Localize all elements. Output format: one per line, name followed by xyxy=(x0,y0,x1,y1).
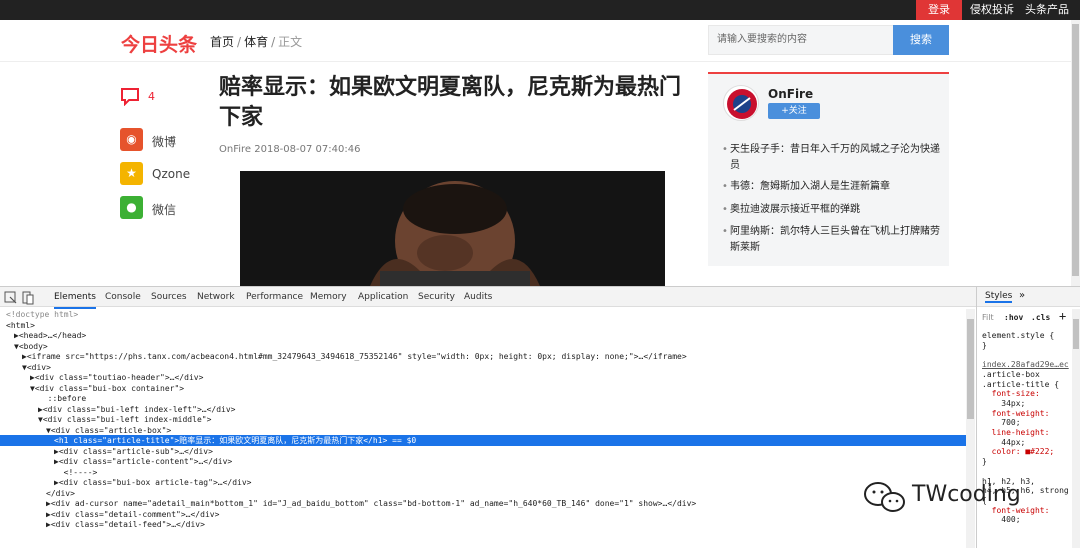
style-rule-line: } xyxy=(982,457,987,467)
report-link[interactable]: 侵权投诉 xyxy=(970,0,1014,20)
tab-elements[interactable]: Elements xyxy=(54,287,96,309)
dom-node-row[interactable]: <!----> xyxy=(54,467,98,478)
tab-sources[interactable]: Sources xyxy=(151,287,187,307)
tab-network[interactable]: Network xyxy=(197,287,235,307)
devtools-tabbar: Elements Console Sources Network Perform… xyxy=(0,287,976,309)
breadcrumb-home[interactable]: 首页 xyxy=(210,35,234,49)
tab-performance[interactable]: Performance xyxy=(246,287,303,307)
breadcrumb-sports[interactable]: 体育 xyxy=(244,35,268,49)
dom-node-row[interactable]: ▶<div class="article-content">…</div> xyxy=(54,456,232,467)
share-wechat[interactable]: ● 微信 xyxy=(120,196,220,222)
top-bar: 登录 侵权投诉 头条产品 xyxy=(0,0,1080,20)
author-sidebar: OnFire +关注 天生段子手：昔日年入千万的风城之子沦为快递员 韦德：詹姆斯… xyxy=(708,72,949,266)
page-scrollbar[interactable] xyxy=(1071,20,1080,286)
styles-filter-input[interactable]: Filt xyxy=(982,313,994,322)
style-rule-line: color: ■#222; xyxy=(982,447,1055,457)
author-name[interactable]: OnFire xyxy=(768,87,813,101)
weibo-icon: ◉ xyxy=(120,128,143,151)
dom-node-row[interactable]: ::before xyxy=(38,393,87,404)
products-link[interactable]: 头条产品 xyxy=(1025,0,1069,20)
dom-node-row[interactable]: ▼<body> xyxy=(14,341,48,352)
tab-application[interactable]: Application xyxy=(358,287,408,307)
tab-styles[interactable]: Styles xyxy=(985,291,1013,303)
style-rule-line: index.28afad29e…ec xyxy=(982,360,1069,370)
article-photo xyxy=(240,171,665,286)
news-item[interactable]: 韦德：詹姆斯加入湖人是生涯新篇章 xyxy=(722,179,940,195)
style-rule-line: .article-box xyxy=(982,369,1040,379)
tab-console[interactable]: Console xyxy=(105,287,141,307)
author-avatar[interactable] xyxy=(723,85,759,121)
style-rule-line: 44px; xyxy=(982,437,1026,447)
breadcrumb: 首页 / 体育 / 正文 xyxy=(210,35,303,49)
dom-node-row[interactable]: ▶<div ad-cursor name="adetail_main*botto… xyxy=(46,498,696,509)
article-meta: OnFire 2018-08-07 07:40:46 xyxy=(219,144,361,155)
dom-node-row[interactable]: ▶<iframe src="https://phs.tanx.com/acbea… xyxy=(22,351,687,362)
dom-node-row[interactable]: ▶<div class="detail-comment">…</div> xyxy=(46,509,219,520)
dom-node-row[interactable]: <html> xyxy=(6,320,35,331)
dom-node-row[interactable]: <!doctype html> xyxy=(6,309,78,320)
tab-security[interactable]: Security xyxy=(418,287,455,307)
wechat-icon: ● xyxy=(120,196,143,219)
hov-toggle[interactable]: :hov xyxy=(1004,313,1023,322)
tab-memory[interactable]: Memory xyxy=(310,287,347,307)
more-tabs-icon[interactable]: » xyxy=(1019,290,1025,301)
dom-node-row[interactable]: ▶<div class="toutiao-header">…</div> xyxy=(30,372,203,383)
dom-node-row[interactable]: ▶<div class="bui-box article-tag">…</div… xyxy=(54,477,251,488)
add-rule-button[interactable]: + xyxy=(1059,309,1066,323)
article-title: 赔率显示：如果欧文明夏离队，尼克斯为最热门下家 xyxy=(219,75,682,130)
logo[interactable]: 今日头条 xyxy=(121,30,197,57)
breadcrumb-current: 正文 xyxy=(278,35,303,49)
dom-node-row[interactable]: ▼<div> xyxy=(22,362,51,373)
dom-node-row[interactable]: ▼<div class="bui-left index-middle"> xyxy=(38,414,211,425)
style-rule-line: line-height: xyxy=(982,428,1050,437)
cls-toggle[interactable]: .cls xyxy=(1031,313,1050,322)
news-item[interactable]: 奥拉迪波展示接近平框的弹跳 xyxy=(722,202,940,218)
styles-scrollbar[interactable] xyxy=(1072,309,1080,548)
comment-icon xyxy=(121,88,139,106)
dom-node-row[interactable]: ▶<head>…</head> xyxy=(14,330,86,341)
share-weibo[interactable]: ◉ 微博 xyxy=(120,128,220,154)
dom-node-row[interactable]: ▶<div class="article-sub">…</div> xyxy=(54,446,213,457)
dom-node-row[interactable]: ▼<div class="bui-box container"> xyxy=(30,383,184,394)
watermark-text: TWcoding xyxy=(912,482,1021,507)
tab-audits[interactable]: Audits xyxy=(464,287,492,307)
share-wechat-label: 微信 xyxy=(152,203,177,217)
news-item[interactable]: 天生段子手：昔日年入千万的风城之子沦为快递员 xyxy=(722,142,940,174)
login-button[interactable]: 登录 xyxy=(916,0,962,20)
watermark: TWcoding xyxy=(860,478,1040,518)
dom-node-row[interactable]: </div> xyxy=(46,488,75,499)
selected-node-row[interactable]: <h1 class="article-title">赔率显示：如果欧文明夏离队，… xyxy=(0,435,966,446)
share-weibo-label: 微博 xyxy=(152,135,177,149)
share-qzone[interactable]: ★ Qzone xyxy=(120,162,220,188)
elements-tree[interactable]: <!doctype html> <html> ▶<head>…</head> ▼<bo… xyxy=(0,309,966,548)
wechat-watermark-icon xyxy=(864,482,905,512)
dom-node-row[interactable]: ▼<div class="article-box"> xyxy=(46,425,171,436)
dom-node-row[interactable]: ▶<div class="detail-feed">…</div> xyxy=(46,519,205,530)
comment-count: 4 xyxy=(148,90,155,103)
share-qzone-label: Qzone xyxy=(152,167,191,181)
search-button[interactable]: 搜索 xyxy=(893,25,949,55)
follow-button[interactable]: +关注 xyxy=(768,103,820,119)
dom-node-row[interactable]: ▶<div class="bui-left index-left">…</div… xyxy=(38,404,235,415)
site-header: 今日头条 首页 / 体育 / 正文 请输入要搜索的内容 搜索 xyxy=(0,20,1080,62)
devtools-tool-icons xyxy=(4,290,36,309)
style-rule-line: } xyxy=(982,340,987,350)
styles-header: Styles » xyxy=(977,287,1080,307)
comment-button[interactable]: 4 xyxy=(120,86,180,108)
style-rule-line: 700; xyxy=(982,418,1021,428)
style-rule-line: 34px; xyxy=(982,398,1026,408)
qzone-star-icon: ★ xyxy=(120,162,143,185)
style-rule-line: .article-title { xyxy=(982,379,1060,389)
search-input[interactable]: 请输入要搜索的内容 xyxy=(708,25,894,55)
style-rule-line: font-weight: xyxy=(982,408,1050,418)
news-item[interactable]: 阿里纳斯：凯尔特人三巨头曾在飞机上打牌赌劳斯莱斯 xyxy=(722,224,940,256)
style-rule-line: element.style { xyxy=(982,331,1055,340)
style-rule-line: font-size: xyxy=(982,389,1040,399)
